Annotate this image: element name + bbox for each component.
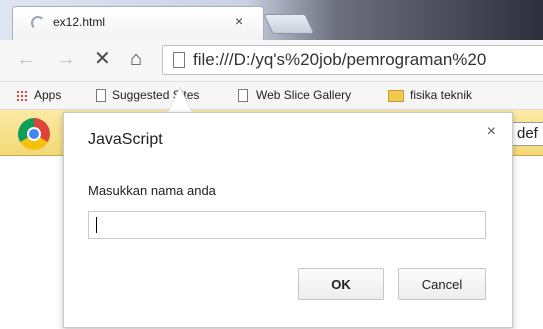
text-caret	[96, 217, 97, 233]
page-icon	[173, 52, 185, 68]
bookmark-apps[interactable]: Apps	[34, 88, 61, 102]
address-bar[interactable]: file:///D:/yq's%20job/pemrograman%20	[162, 45, 543, 75]
dialog-title: JavaScript	[88, 131, 163, 148]
new-tab-button[interactable]	[263, 14, 315, 34]
forward-icon[interactable]: →	[56, 48, 76, 70]
tab-strip: ex12.html ×	[0, 0, 543, 40]
dialog-pointer	[168, 88, 192, 112]
prompt-message: Masukkan nama anda	[88, 183, 216, 198]
set-default-button[interactable]: def	[510, 122, 543, 146]
browser-toolbar: ← → ✕ ⌂ file:///D:/yq's%20job/pemrograma…	[0, 40, 543, 82]
stop-icon[interactable]: ✕	[94, 48, 111, 70]
loading-spinner-icon	[31, 16, 45, 30]
javascript-prompt-dialog: JavaScript × Masukkan nama anda OK Cance…	[63, 112, 513, 328]
tab-title: ex12.html	[53, 15, 106, 29]
cancel-button[interactable]: Cancel	[398, 268, 486, 300]
tab-close-icon[interactable]: ×	[235, 13, 243, 29]
ok-button[interactable]: OK	[298, 268, 384, 300]
chrome-logo-icon	[18, 118, 50, 150]
page-icon	[238, 89, 248, 102]
apps-grid-icon	[16, 90, 28, 102]
bookmark-fisika-teknik[interactable]: fisika teknik	[410, 88, 472, 102]
bookmark-web-slice-gallery[interactable]: Web Slice Gallery	[256, 88, 351, 102]
page-icon	[96, 89, 106, 102]
home-icon[interactable]: ⌂	[130, 48, 142, 70]
folder-icon	[388, 90, 404, 102]
bookmarks-bar: Apps Suggested Sites Web Slice Gallery f…	[0, 82, 543, 110]
prompt-input[interactable]	[88, 211, 486, 239]
close-icon[interactable]: ×	[487, 123, 496, 141]
back-icon[interactable]: ←	[16, 48, 36, 70]
browser-tab[interactable]: ex12.html ×	[12, 6, 264, 40]
url-text: file:///D:/yq's%20job/pemrograman%20	[193, 50, 487, 69]
